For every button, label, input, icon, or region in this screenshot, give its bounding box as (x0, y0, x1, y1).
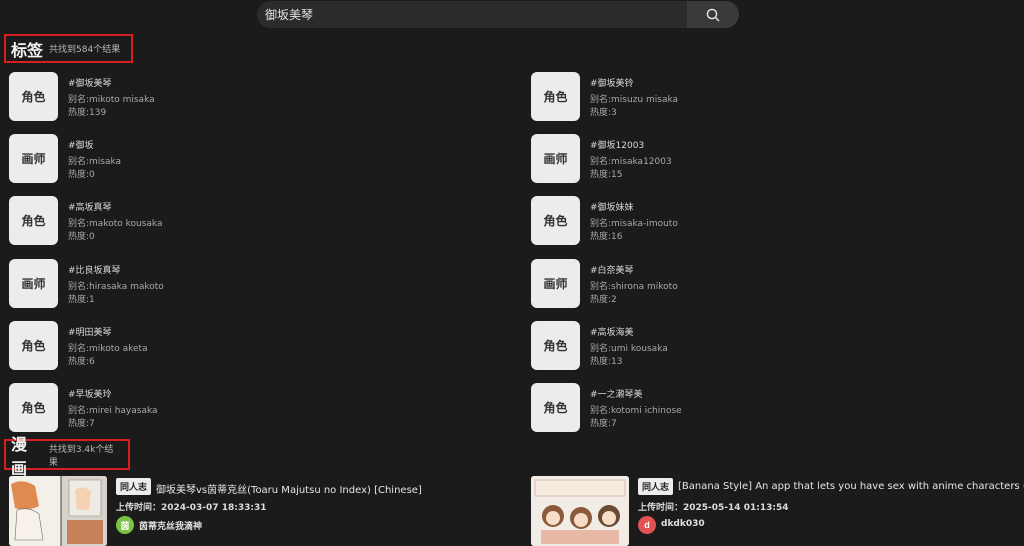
tag-alias: 别名:mikoto misaka (68, 95, 155, 105)
tag-type-badge: 角色 (531, 196, 580, 245)
comic-author[interactable]: 茵蒂克丝我滴神 (139, 519, 202, 532)
comics-section-header: 漫画 共找到3.4k个结果 (4, 435, 130, 478)
comic-card[interactable]: 同人志 御坂美琴vs茵蒂克丝(Toaru Majutsu no Index) [… (9, 476, 524, 546)
tag-name[interactable]: #御坂美铃 (590, 76, 634, 89)
tag-name[interactable]: #明田美琴 (68, 325, 112, 338)
tag-alias: 别名:misaka12003 (590, 157, 672, 167)
author-avatar[interactable]: 茵 (116, 516, 134, 534)
tag-heat: 热度:6 (68, 357, 95, 367)
tags-section-header: 标签 共找到584个结果 (4, 34, 133, 63)
tag-type-badge: 角色 (9, 321, 58, 370)
comic-type-badge: 同人志 (116, 478, 152, 495)
tag-type-badge: 角色 (531, 321, 580, 370)
tag-type-badge: 画师 (9, 259, 58, 308)
tag-card[interactable]: 角色 #一之濑琴美 别名:kotomi ichinose 热度:7 (531, 383, 831, 435)
tag-alias: 别名:misuzu misaka (590, 95, 679, 105)
tag-heat: 热度:7 (68, 419, 95, 429)
tag-heat: 热度:0 (68, 232, 95, 242)
tag-name[interactable]: #御坂12003 (590, 138, 644, 151)
tag-alias: 别名:makoto kousaka (68, 219, 163, 229)
tag-heat: 热度:2 (590, 295, 617, 305)
search-input[interactable] (257, 1, 687, 28)
comic-title[interactable]: 御坂美琴vs茵蒂克丝(Toaru Majutsu no Index) [Chin… (156, 481, 422, 496)
tag-heat: 热度:3 (590, 108, 617, 118)
tag-type-badge: 画师 (531, 134, 580, 183)
tag-type-badge: 角色 (531, 72, 580, 121)
tag-card[interactable]: 画师 #白奈美琴 别名:shirona mikoto 热度:2 (531, 259, 831, 311)
tag-type-badge: 角色 (9, 383, 58, 432)
comic-type-badge: 同人志 (638, 478, 674, 495)
tag-type-badge: 角色 (9, 72, 58, 121)
tag-name[interactable]: #御坂 (68, 138, 94, 151)
comics-result-count: 共找到3.4k个结果 (48, 444, 114, 468)
tag-alias: 别名:umi kousaka (590, 344, 668, 354)
tag-card[interactable]: 角色 #早坂美玲 别名:mirei hayasaka 热度:7 (9, 383, 309, 435)
tag-card[interactable]: 角色 #御坂美铃 别名:misuzu misaka 热度:3 (531, 72, 831, 124)
comic-cover-image[interactable] (9, 476, 107, 546)
tag-name[interactable]: #一之濑琴美 (590, 387, 643, 400)
tag-name[interactable]: #御坂美琴 (68, 76, 112, 89)
tag-card[interactable]: 角色 #御坂妹妹 别名:misaka-imouto 热度:16 (531, 196, 831, 248)
tag-type-badge: 角色 (9, 196, 58, 245)
tag-alias: 别名:hirasaka makoto (68, 282, 164, 292)
tag-name[interactable]: #高坂海美 (590, 325, 634, 338)
tag-alias: 别名:shirona mikoto (590, 282, 678, 292)
tag-card[interactable]: 角色 #明田美琴 别名:mikoto aketa 热度:6 (9, 321, 309, 373)
tag-heat: 热度:1 (68, 295, 95, 305)
tag-card[interactable]: 画师 #御坂 别名:misaka 热度:0 (9, 134, 309, 186)
tag-name[interactable]: #御坂妹妹 (590, 200, 634, 213)
search-bar (257, 1, 739, 28)
tag-heat: 热度:16 (590, 232, 623, 242)
tag-heat: 热度:15 (590, 170, 623, 180)
tag-name[interactable]: #白奈美琴 (590, 263, 634, 276)
tag-card[interactable]: 画师 #比良坂真琴 别名:hirasaka makoto 热度:1 (9, 259, 309, 311)
tag-name[interactable]: #早坂美玲 (68, 387, 112, 400)
comic-card[interactable]: 同人志 [Banana Style] An app that lets you … (531, 476, 1024, 546)
tag-alias: 别名:misaka (68, 157, 122, 167)
tag-type-badge: 画师 (531, 259, 580, 308)
tag-card[interactable]: 角色 #高坂海美 别名:umi kousaka 热度:13 (531, 321, 831, 373)
tags-result-count: 共找到584个结果 (49, 45, 121, 55)
tag-name[interactable]: #比良坂真琴 (68, 263, 121, 276)
tag-name[interactable]: #高坂真琴 (68, 200, 112, 213)
author-avatar[interactable]: d (638, 516, 656, 534)
tag-type-badge: 画师 (9, 134, 58, 183)
tag-heat: 热度:13 (590, 357, 623, 367)
comics-section-title: 漫画 (11, 434, 28, 478)
tag-card[interactable]: 角色 #御坂美琴 别名:mikoto misaka 热度:139 (9, 72, 309, 124)
tag-alias: 别名:misaka-imouto (590, 219, 678, 229)
tag-heat: 热度:7 (590, 419, 617, 429)
tag-heat: 热度:139 (68, 108, 107, 118)
comic-author[interactable]: dkdk030 (661, 519, 705, 529)
comic-upload-time: 上传时间：2025-05-14 01:13:54 (638, 503, 789, 513)
tags-section-title: 标签 (11, 40, 44, 60)
tag-card[interactable]: 角色 #高坂真琴 别名:makoto kousaka 热度:0 (9, 196, 309, 248)
tag-type-badge: 角色 (531, 383, 580, 432)
tag-heat: 热度:0 (68, 170, 95, 180)
tag-alias: 别名:kotomi ichinose (590, 406, 682, 416)
search-button[interactable] (687, 1, 739, 28)
tag-alias: 别名:mikoto aketa (68, 344, 148, 354)
comic-upload-time: 上传时间：2024-03-07 18:33:31 (116, 503, 267, 513)
tag-alias: 别名:mirei hayasaka (68, 406, 158, 416)
tag-card[interactable]: 画师 #御坂12003 别名:misaka12003 热度:15 (531, 134, 831, 186)
comic-title[interactable]: [Banana Style] An app that lets you have… (678, 481, 1024, 492)
search-icon (706, 8, 720, 21)
comic-cover-image[interactable] (531, 476, 629, 546)
